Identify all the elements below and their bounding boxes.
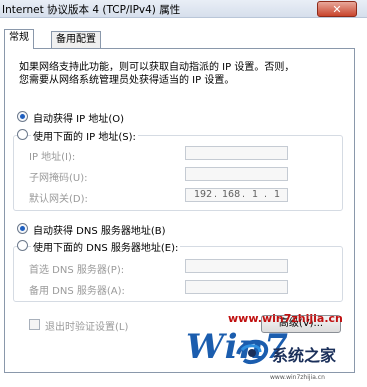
ip-auto-label: 自动获得 IP 地址(O) [33, 114, 125, 125]
default-gateway-label: 默认网关(D): [29, 194, 88, 205]
tab-alternate-configuration[interactable]: 备用配置 [51, 31, 101, 48]
default-gateway-field[interactable]: 192 . 168 . 1 . 1 [185, 188, 288, 202]
watermark-url: www.win7zhijia.cn [228, 312, 343, 325]
ip-manual-radio[interactable] [17, 129, 28, 140]
tcpipv4-properties-dialog: Internet 协议版本 4 (TCP/IPv4) 属性 ✕ 常规 备用配置 … [0, 0, 367, 387]
watermark-brand: 系统之家 [272, 346, 337, 365]
watermark-site-small: www.win7zhijia.cn [270, 374, 325, 381]
dns-manual-label: 使用下面的 DNS 服务器地址(E): [31, 239, 181, 254]
ip-address-label: IP 地址(I): [29, 152, 76, 163]
watermark-logo-icon [236, 339, 269, 365]
close-button[interactable]: ✕ [317, 1, 357, 17]
validate-on-exit-label: 退出时验证设置(L) [45, 322, 129, 333]
description-line-2: 您需要从网络系统管理员处获得适当的 IP 设置。 [19, 75, 235, 86]
alternate-dns-field[interactable] [185, 280, 288, 294]
alternate-dns-label: 备用 DNS 服务器(A): [29, 286, 125, 297]
subnet-mask-field[interactable] [185, 167, 288, 181]
gateway-octet-2: 168 [222, 189, 241, 200]
dns-auto-radio[interactable] [17, 223, 28, 234]
ip-auto-radio[interactable] [17, 111, 28, 122]
gateway-octet-3: 1 [252, 189, 259, 200]
subnet-mask-label: 子网掩码(U): [29, 173, 88, 184]
validate-on-exit-checkbox[interactable] [29, 319, 40, 330]
gateway-octet-1: 192 [194, 189, 213, 200]
gateway-octet-4: 1 [274, 189, 281, 200]
ip-manual-label: 使用下面的 IP 地址(S): [31, 128, 138, 143]
preferred-dns-label: 首选 DNS 服务器(P): [29, 265, 125, 276]
title-bar: Internet 协议版本 4 (TCP/IPv4) 属性 ✕ [0, 0, 367, 18]
dns-auto-label: 自动获得 DNS 服务器地址(B) [33, 226, 166, 237]
window-title: Internet 协议版本 4 (TCP/IPv4) 属性 [2, 4, 181, 16]
ip-address-field[interactable] [185, 146, 288, 160]
preferred-dns-field[interactable] [185, 259, 288, 273]
close-icon: ✕ [332, 2, 342, 16]
tab-general[interactable]: 常规 [4, 29, 34, 49]
dns-manual-radio[interactable] [17, 240, 28, 251]
